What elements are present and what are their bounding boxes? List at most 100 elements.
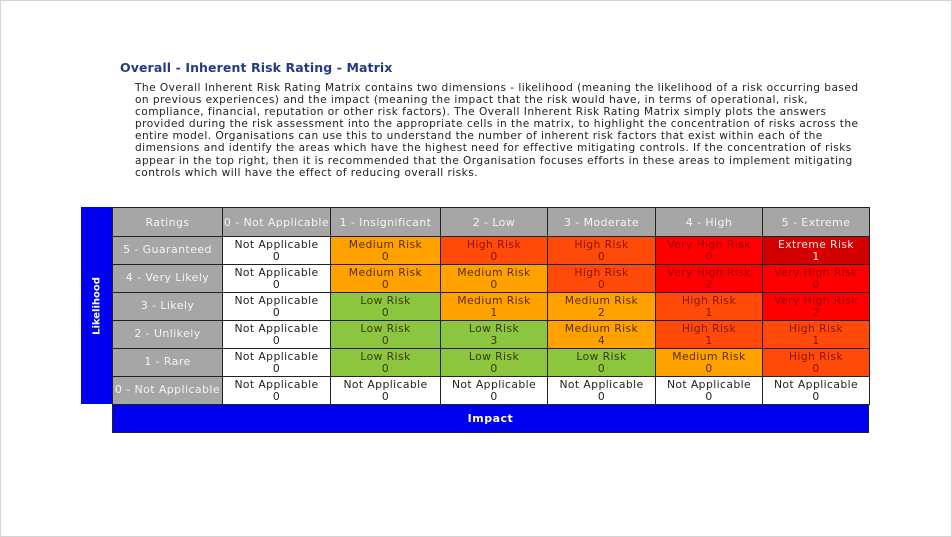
- risk-level-label: Not Applicable: [234, 377, 319, 391]
- risk-count: 4: [597, 334, 606, 347]
- risk-cell: Very High Risk 0: [762, 264, 870, 293]
- risk-level-label: Not Applicable: [234, 349, 319, 363]
- risk-count: 0: [490, 362, 498, 375]
- risk-count: 0: [490, 390, 498, 403]
- risk-level-label: Low Risk: [468, 321, 520, 335]
- matrix-header-row: Ratings 0 - Not Applicable 1 - Insignifi…: [112, 207, 870, 237]
- likelihood-axis-label: Likelihood: [91, 276, 102, 335]
- risk-count: 0: [597, 250, 606, 263]
- risk-count: 0: [812, 390, 820, 403]
- risk-cell: High Risk 0: [440, 236, 548, 265]
- risk-matrix-table: Ratings 0 - Not Applicable 1 - Insignifi…: [112, 207, 870, 405]
- impact-column-header: 5 - Extreme: [762, 207, 870, 237]
- risk-cell: Not Applicable 0: [222, 264, 331, 293]
- risk-level-label: High Risk: [466, 237, 522, 251]
- risk-cell: Not Applicable 0: [547, 376, 656, 405]
- risk-cell: Low Risk 0: [547, 348, 656, 377]
- risk-count: 1: [705, 306, 713, 319]
- risk-cell: Not Applicable 0: [222, 348, 331, 377]
- risk-level-label: Very High Risk: [667, 265, 751, 279]
- risk-level-label: Not Applicable: [343, 377, 428, 391]
- risk-level-label: Low Risk: [360, 293, 411, 307]
- risk-cell: Medium Risk 2: [547, 292, 656, 321]
- description-line: compliance, financial, reputation or oth…: [135, 106, 827, 119]
- risk-count: 2: [812, 306, 820, 319]
- risk-cell: Low Risk 0: [440, 348, 548, 377]
- description-line: The Overall Inherent Risk Rating Matrix …: [135, 82, 859, 94]
- risk-cell: Low Risk 0: [330, 348, 441, 377]
- risk-count: 0: [812, 278, 820, 291]
- risk-count: 1: [490, 306, 498, 319]
- description-line: entire model. Organisations can use this…: [135, 130, 823, 143]
- description-line: dimensions and identify the areas which …: [135, 142, 852, 155]
- risk-level-label: High Risk: [574, 265, 629, 279]
- risk-count: 0: [381, 278, 390, 291]
- risk-count: 1: [705, 334, 713, 347]
- likelihood-axis-bar: Likelihood: [81, 207, 113, 404]
- likelihood-row-header: 1 - Rare: [112, 348, 223, 377]
- risk-count: 0: [490, 250, 498, 263]
- risk-level-label: High Risk: [681, 321, 737, 335]
- risk-level-label: Very High Risk: [774, 293, 858, 307]
- risk-level-label: High Risk: [681, 293, 737, 307]
- risk-count: 0: [381, 390, 390, 403]
- risk-level-label: Medium Risk: [564, 321, 639, 335]
- risk-count: 0: [272, 334, 281, 347]
- impact-column-header: 1 - Insignificant: [330, 207, 441, 237]
- risk-count: 3: [490, 334, 498, 347]
- risk-count: 0: [490, 278, 498, 291]
- risk-count: 0: [381, 306, 390, 319]
- risk-count: 0: [381, 334, 390, 347]
- corner-header: Ratings: [112, 207, 223, 237]
- matrix-row: 1 - Rare Not Applicable 0 Low Risk 0 Low Risk…: [112, 348, 870, 377]
- risk-count: 0: [705, 390, 713, 403]
- risk-level-label: Low Risk: [360, 321, 411, 335]
- matrix-row: 4 - Very Likely Not Applicable 0 Medium Ris…: [112, 264, 870, 293]
- risk-cell: High Risk 1: [655, 320, 763, 349]
- risk-cell: High Risk 0: [547, 264, 656, 293]
- risk-level-label: Very High Risk: [774, 265, 858, 279]
- risk-level-label: Medium Risk: [672, 349, 746, 363]
- risk-level-label: Not Applicable: [773, 377, 859, 391]
- risk-count: 2: [705, 278, 713, 291]
- risk-level-label: Not Applicable: [666, 377, 752, 391]
- risk-cell: Not Applicable 0: [655, 376, 763, 405]
- risk-cell: High Risk 1: [655, 292, 763, 321]
- description-line: controls which will have the effect of r…: [135, 166, 478, 179]
- risk-level-label: Not Applicable: [234, 265, 319, 279]
- impact-axis-bar: Impact: [112, 404, 869, 433]
- risk-cell: Not Applicable 0: [222, 292, 331, 321]
- risk-level-label: Low Risk: [360, 349, 411, 363]
- risk-cell: Low Risk 3: [440, 320, 548, 349]
- risk-count: 0: [272, 306, 281, 319]
- description-paragraph: The Overall Inherent Risk Rating Matrix …: [135, 82, 875, 179]
- matrix-row: 5 - Guaranteed Not Applicable 0 Medium Risk…: [112, 236, 870, 265]
- risk-cell: Not Applicable 0: [762, 376, 870, 405]
- risk-cell: Extreme Risk 1: [762, 236, 870, 265]
- risk-cell: Very High Risk 2: [762, 292, 870, 321]
- impact-column-header: 2 - Low: [440, 207, 548, 237]
- risk-count: 0: [597, 278, 606, 291]
- risk-cell: Medium Risk 0: [330, 264, 441, 293]
- risk-cell: Low Risk 0: [330, 292, 441, 321]
- risk-level-label: Low Risk: [576, 349, 627, 363]
- risk-count: 0: [705, 250, 713, 263]
- matrix-row: 0 - Not Applicable Not Applicable 0 Not App…: [112, 376, 870, 405]
- risk-cell: Medium Risk 4: [547, 320, 656, 349]
- likelihood-row-header: 0 - Not Applicable: [112, 376, 223, 405]
- risk-count: 0: [381, 250, 390, 263]
- description-line: provided during the risk assessment into…: [135, 118, 859, 131]
- risk-level-label: High Risk: [788, 321, 844, 335]
- likelihood-row-header: 2 - Unlikely: [112, 320, 223, 349]
- impact-column-header: 0 - Not Applicable: [222, 207, 331, 237]
- risk-cell: Not Applicable 0: [222, 376, 331, 405]
- impact-axis-label: Impact: [467, 412, 514, 425]
- risk-level-label: Medium Risk: [457, 265, 531, 279]
- risk-cell: Very High Risk 2: [655, 264, 763, 293]
- risk-level-label: Medium Risk: [348, 265, 423, 279]
- risk-level-label: Extreme Risk: [777, 237, 855, 251]
- risk-count: 1: [812, 334, 820, 347]
- risk-count: 0: [812, 362, 820, 375]
- impact-column-header: 3 - Moderate: [547, 207, 656, 237]
- description-line: on previous experiences) and the impact …: [135, 94, 809, 107]
